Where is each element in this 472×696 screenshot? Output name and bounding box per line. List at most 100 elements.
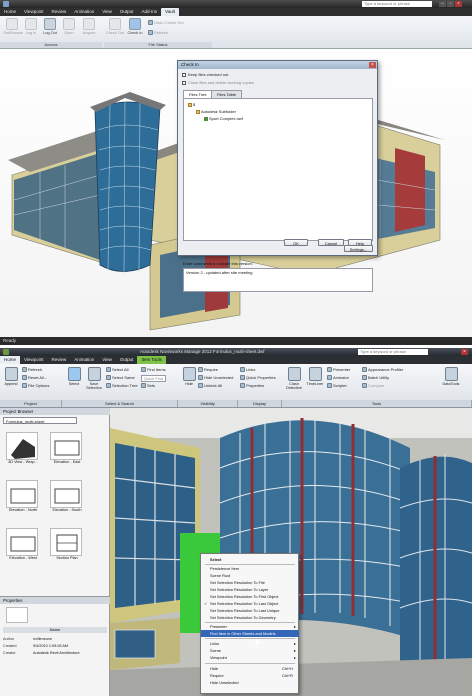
check-in-button[interactable]: Check In <box>126 18 144 40</box>
ok-button[interactable]: OK <box>284 239 308 246</box>
application-menu-icon[interactable] <box>3 1 9 7</box>
menu-item-scene-root[interactable]: Scene Root <box>201 572 299 579</box>
sets-button[interactable]: Sets <box>141 383 155 389</box>
tab-output[interactable]: Output <box>116 8 138 16</box>
unhide-all-button[interactable]: Unhide All <box>198 383 222 389</box>
datatools-button[interactable]: DataTools <box>440 367 462 386</box>
maximize-icon[interactable]: ▫ <box>447 1 454 7</box>
tree-file[interactable]: Sport Complex.nwf <box>204 116 243 121</box>
comment-textarea[interactable]: Version 2 - updated after site meeting <box>183 268 373 292</box>
tab-view[interactable]: View <box>98 8 116 16</box>
hide-button[interactable]: Hide <box>180 367 198 386</box>
menu-item-resolution-last-object[interactable]: ✓ Set Selection Resolution To Last Object <box>201 600 299 607</box>
sheet-thumbnail[interactable]: Section Plan <box>50 528 84 564</box>
help-button[interactable]: Help <box>348 239 372 246</box>
menu-item-scene[interactable]: Scene ▸ <box>201 647 299 654</box>
select-all-button[interactable]: Select All <box>106 367 128 373</box>
panel-display-label: Display <box>238 400 282 407</box>
menu-item-links[interactable]: Links ▸ <box>201 640 299 647</box>
sheet-thumbnail[interactable]: Elevation - East <box>50 432 84 468</box>
tab-animation[interactable]: Animation <box>70 356 98 364</box>
menu-item-hide-unselected[interactable]: Hide Unselected <box>201 679 299 686</box>
links-button[interactable]: Links <box>240 367 255 373</box>
reset-all-button[interactable]: Reset All... <box>22 375 47 381</box>
menu-item-resolution-layer[interactable]: Set Selection Resolution To Layer <box>201 586 299 593</box>
batch-utility-button[interactable]: Batch Utility <box>362 375 389 381</box>
tab-files-table[interactable]: Files Table <box>211 90 243 98</box>
search-input[interactable]: Type a keyword or phrase <box>362 1 432 7</box>
select-button[interactable]: Select <box>65 367 83 386</box>
save-selection-button[interactable]: Save Selection <box>84 367 104 390</box>
tree-folder[interactable]: Autodesk Subfolder <box>196 109 236 114</box>
selection-tree-button[interactable]: Selection Tree <box>106 383 138 389</box>
close-icon[interactable]: × <box>455 1 462 7</box>
log-in-button[interactable]: Log In <box>22 18 40 40</box>
animator-button[interactable]: Animator <box>327 375 349 381</box>
refresh-button[interactable]: Refresh <box>22 367 42 373</box>
menu-item-select[interactable]: Select <box>201 556 299 563</box>
file-options-button[interactable]: File Options <box>22 383 49 389</box>
properties-tab[interactable]: Name <box>3 627 107 633</box>
tab-output[interactable]: Output <box>116 356 138 364</box>
sheet-thumbnail[interactable]: 3D View - Wrap... <box>6 432 40 468</box>
presenter-button[interactable]: Presenter <box>327 367 350 373</box>
check-out-button[interactable]: Check Out <box>106 18 124 40</box>
sheet-thumbnail[interactable]: Elevation - North <box>6 480 40 516</box>
undo-check-out-button[interactable]: Undo Check Out <box>148 20 184 26</box>
keep-checked-out-checkbox[interactable]: Keep files checked out <box>182 72 228 77</box>
application-menu-icon[interactable] <box>3 349 9 355</box>
panel-access-label: Access <box>0 42 102 48</box>
tab-animation[interactable]: Animation <box>70 8 98 16</box>
clash-detective-button[interactable]: Clash Detective <box>284 367 304 390</box>
find-items-button[interactable]: Find Items <box>141 367 166 373</box>
search-input[interactable]: Type a keyword or phrase <box>358 349 428 355</box>
menu-item-find-in-other-sheets[interactable]: Find Item in Other Sheets and Models <box>201 630 299 637</box>
submenu-arrow-icon: ▸ <box>294 655 296 660</box>
tree-root[interactable]: $ <box>188 102 195 107</box>
dialog-close-icon[interactable]: × <box>369 62 376 68</box>
tab-files-tree[interactable]: Files Tree <box>183 90 213 98</box>
tab-review[interactable]: Review <box>47 356 70 364</box>
menu-item-require[interactable]: Require Ctrl+R <box>201 672 299 679</box>
appearance-profiler-button[interactable]: Appearance Profiler <box>362 367 403 373</box>
menu-item-resolution-first-object[interactable]: Set Selection Resolution To First Object <box>201 593 299 600</box>
sheet-thumbnail[interactable]: Elevation - West <box>6 528 40 564</box>
close-icon[interactable]: × <box>461 349 468 355</box>
tab-vault[interactable]: Vault <box>160 8 179 16</box>
hide-unselected-button[interactable]: Hide Unselected <box>198 375 233 381</box>
project-browser-combo[interactable]: Formulus_multi-sheet <box>3 417 77 424</box>
compare-button[interactable]: Compare <box>362 383 384 389</box>
require-button[interactable]: Require <box>198 367 218 373</box>
sheet-thumbnail[interactable]: Elevation - South <box>50 480 84 516</box>
menu-item-hide[interactable]: Hide Ctrl+H <box>201 665 299 672</box>
quick-find-input[interactable]: Quick Find <box>141 375 167 382</box>
refresh-button[interactable]: Refresh <box>148 30 168 36</box>
close-files-checkbox[interactable]: Close files and delete working copies <box>182 80 254 85</box>
minimize-icon[interactable]: – <box>439 1 446 7</box>
menu-item-viewpoint[interactable]: Viewpoint ▸ <box>201 654 299 661</box>
tab-home[interactable]: Home <box>0 356 21 364</box>
menu-item-persistence-item[interactable]: Persistence Item <box>201 565 299 572</box>
tab-viewpoint[interactable]: Viewpoint <box>20 8 47 16</box>
menu-item-resolution-last-unique[interactable]: Set Selection Resolution To Last Unique <box>201 607 299 614</box>
quick-properties-button[interactable]: Quick Properties <box>240 375 276 381</box>
append-button[interactable]: Append <box>2 367 20 386</box>
tab-viewpoint[interactable]: Viewpoint <box>20 356 47 364</box>
menu-item-presenter[interactable]: Presenter ▸ <box>201 623 299 630</box>
tab-item-tools[interactable]: Item Tools <box>137 356 166 364</box>
tab-add-ins[interactable]: Add-Ins <box>137 8 161 16</box>
cancel-button[interactable]: Cancel <box>318 239 344 246</box>
properties-button[interactable]: Properties <box>240 383 264 389</box>
select-same-button[interactable]: Select Same <box>106 375 135 381</box>
acquire-button[interactable]: Acquire <box>80 18 98 40</box>
timeliner-button[interactable]: TimeLiner <box>305 367 325 386</box>
scripter-button[interactable]: Scripter <box>327 383 347 389</box>
get-browse-button[interactable]: Get/Browse <box>3 18 23 40</box>
tab-review[interactable]: Review <box>47 8 70 16</box>
tab-view[interactable]: View <box>98 356 116 364</box>
open-button[interactable]: Open <box>60 18 78 40</box>
menu-item-resolution-geometry[interactable]: Set Selection Resolution To Geometry <box>201 614 299 621</box>
menu-item-resolution-file[interactable]: Set Selection Resolution To File <box>201 579 299 586</box>
log-out-button[interactable]: Log Out <box>41 18 59 40</box>
tab-home[interactable]: Home <box>0 8 20 16</box>
